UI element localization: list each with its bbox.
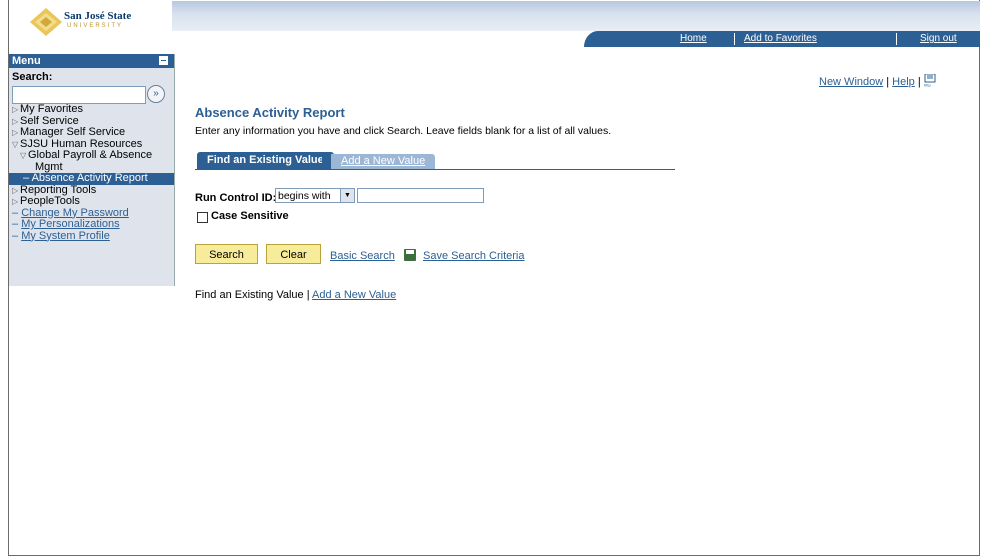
universal-nav-bar: Home Add to Favorites Sign out (584, 31, 980, 47)
collapse-arrow-icon: ▽ (20, 151, 27, 160)
operator-select[interactable]: begins with ▼ (275, 188, 355, 203)
logo-subtitle: UNIVERSITY (67, 23, 124, 29)
search-tabs: Find an Existing Value Add a New Value (195, 152, 675, 170)
page-links: New Window | Help | http (819, 74, 937, 88)
expand-arrow-icon: ▷ (12, 116, 19, 126)
run-control-label: Run Control ID: (195, 192, 277, 204)
dropdown-arrow-icon[interactable]: ▼ (340, 189, 354, 202)
bottom-find-existing-value: Find an Existing Value (195, 289, 304, 301)
menu-search-input[interactable] (12, 86, 146, 104)
save-search-criteria-link[interactable]: Save Search Criteria (423, 250, 525, 262)
case-sensitive-checkbox[interactable] (197, 212, 208, 223)
bottom-navigation: Find an Existing Value | Add a New Value (195, 289, 397, 301)
menu-item-my-system-profile[interactable]: – My System Profile (9, 230, 174, 243)
collapse-icon[interactable] (159, 56, 168, 65)
add-to-favorites-link[interactable]: Add to Favorites (744, 33, 817, 44)
page-title: Absence Activity Report (195, 105, 345, 120)
expand-arrow-icon: ▷ (12, 105, 19, 114)
menu-panel: Menu Search: » ▷ My Favorites ▷ Self Servi… (9, 54, 175, 286)
basic-search-link[interactable]: Basic Search (330, 250, 395, 262)
search-go-icon[interactable]: » (147, 85, 165, 103)
case-sensitive-label: Case Sensitive (211, 210, 289, 222)
header-banner (172, 1, 980, 31)
university-logo[interactable]: San José State UNIVERSITY (9, 1, 172, 45)
tab-notch (322, 152, 331, 169)
menu-header: Menu (9, 54, 174, 68)
expand-arrow-icon: ▷ (12, 128, 19, 137)
clear-button[interactable]: Clear (266, 244, 321, 264)
logo-emblem-icon (30, 8, 62, 36)
menu-title: Menu (12, 55, 41, 67)
http-icon[interactable]: http (924, 74, 937, 87)
sign-out-link[interactable]: Sign out (920, 33, 957, 44)
tab-add-new-value[interactable]: Add a New Value (331, 154, 436, 169)
search-button[interactable]: Search (195, 244, 258, 264)
svg-text:http: http (924, 83, 931, 88)
operator-value: begins with (278, 190, 331, 202)
page-instructions: Enter any information you have and click… (195, 125, 612, 137)
nav-separator (896, 33, 897, 45)
tab-find-existing-value[interactable]: Find an Existing Value (197, 152, 334, 169)
bottom-add-new-value-link[interactable]: Add a New Value (312, 289, 396, 301)
nav-separator (734, 33, 735, 45)
menu-item-global-payroll[interactable]: ▽ Global Payroll & Absence (9, 149, 174, 162)
home-link[interactable]: Home (680, 33, 707, 44)
menu-search-label: Search: (12, 71, 53, 83)
expand-arrow-icon: ▷ (12, 185, 19, 195)
save-icon[interactable] (404, 249, 416, 261)
help-link[interactable]: Help (892, 76, 915, 88)
logo-name: San José State (64, 10, 132, 22)
new-window-link[interactable]: New Window (819, 76, 883, 88)
menu-search-row: » (9, 84, 174, 104)
collapse-arrow-icon: ▽ (12, 139, 19, 149)
run-control-input[interactable] (357, 188, 484, 203)
